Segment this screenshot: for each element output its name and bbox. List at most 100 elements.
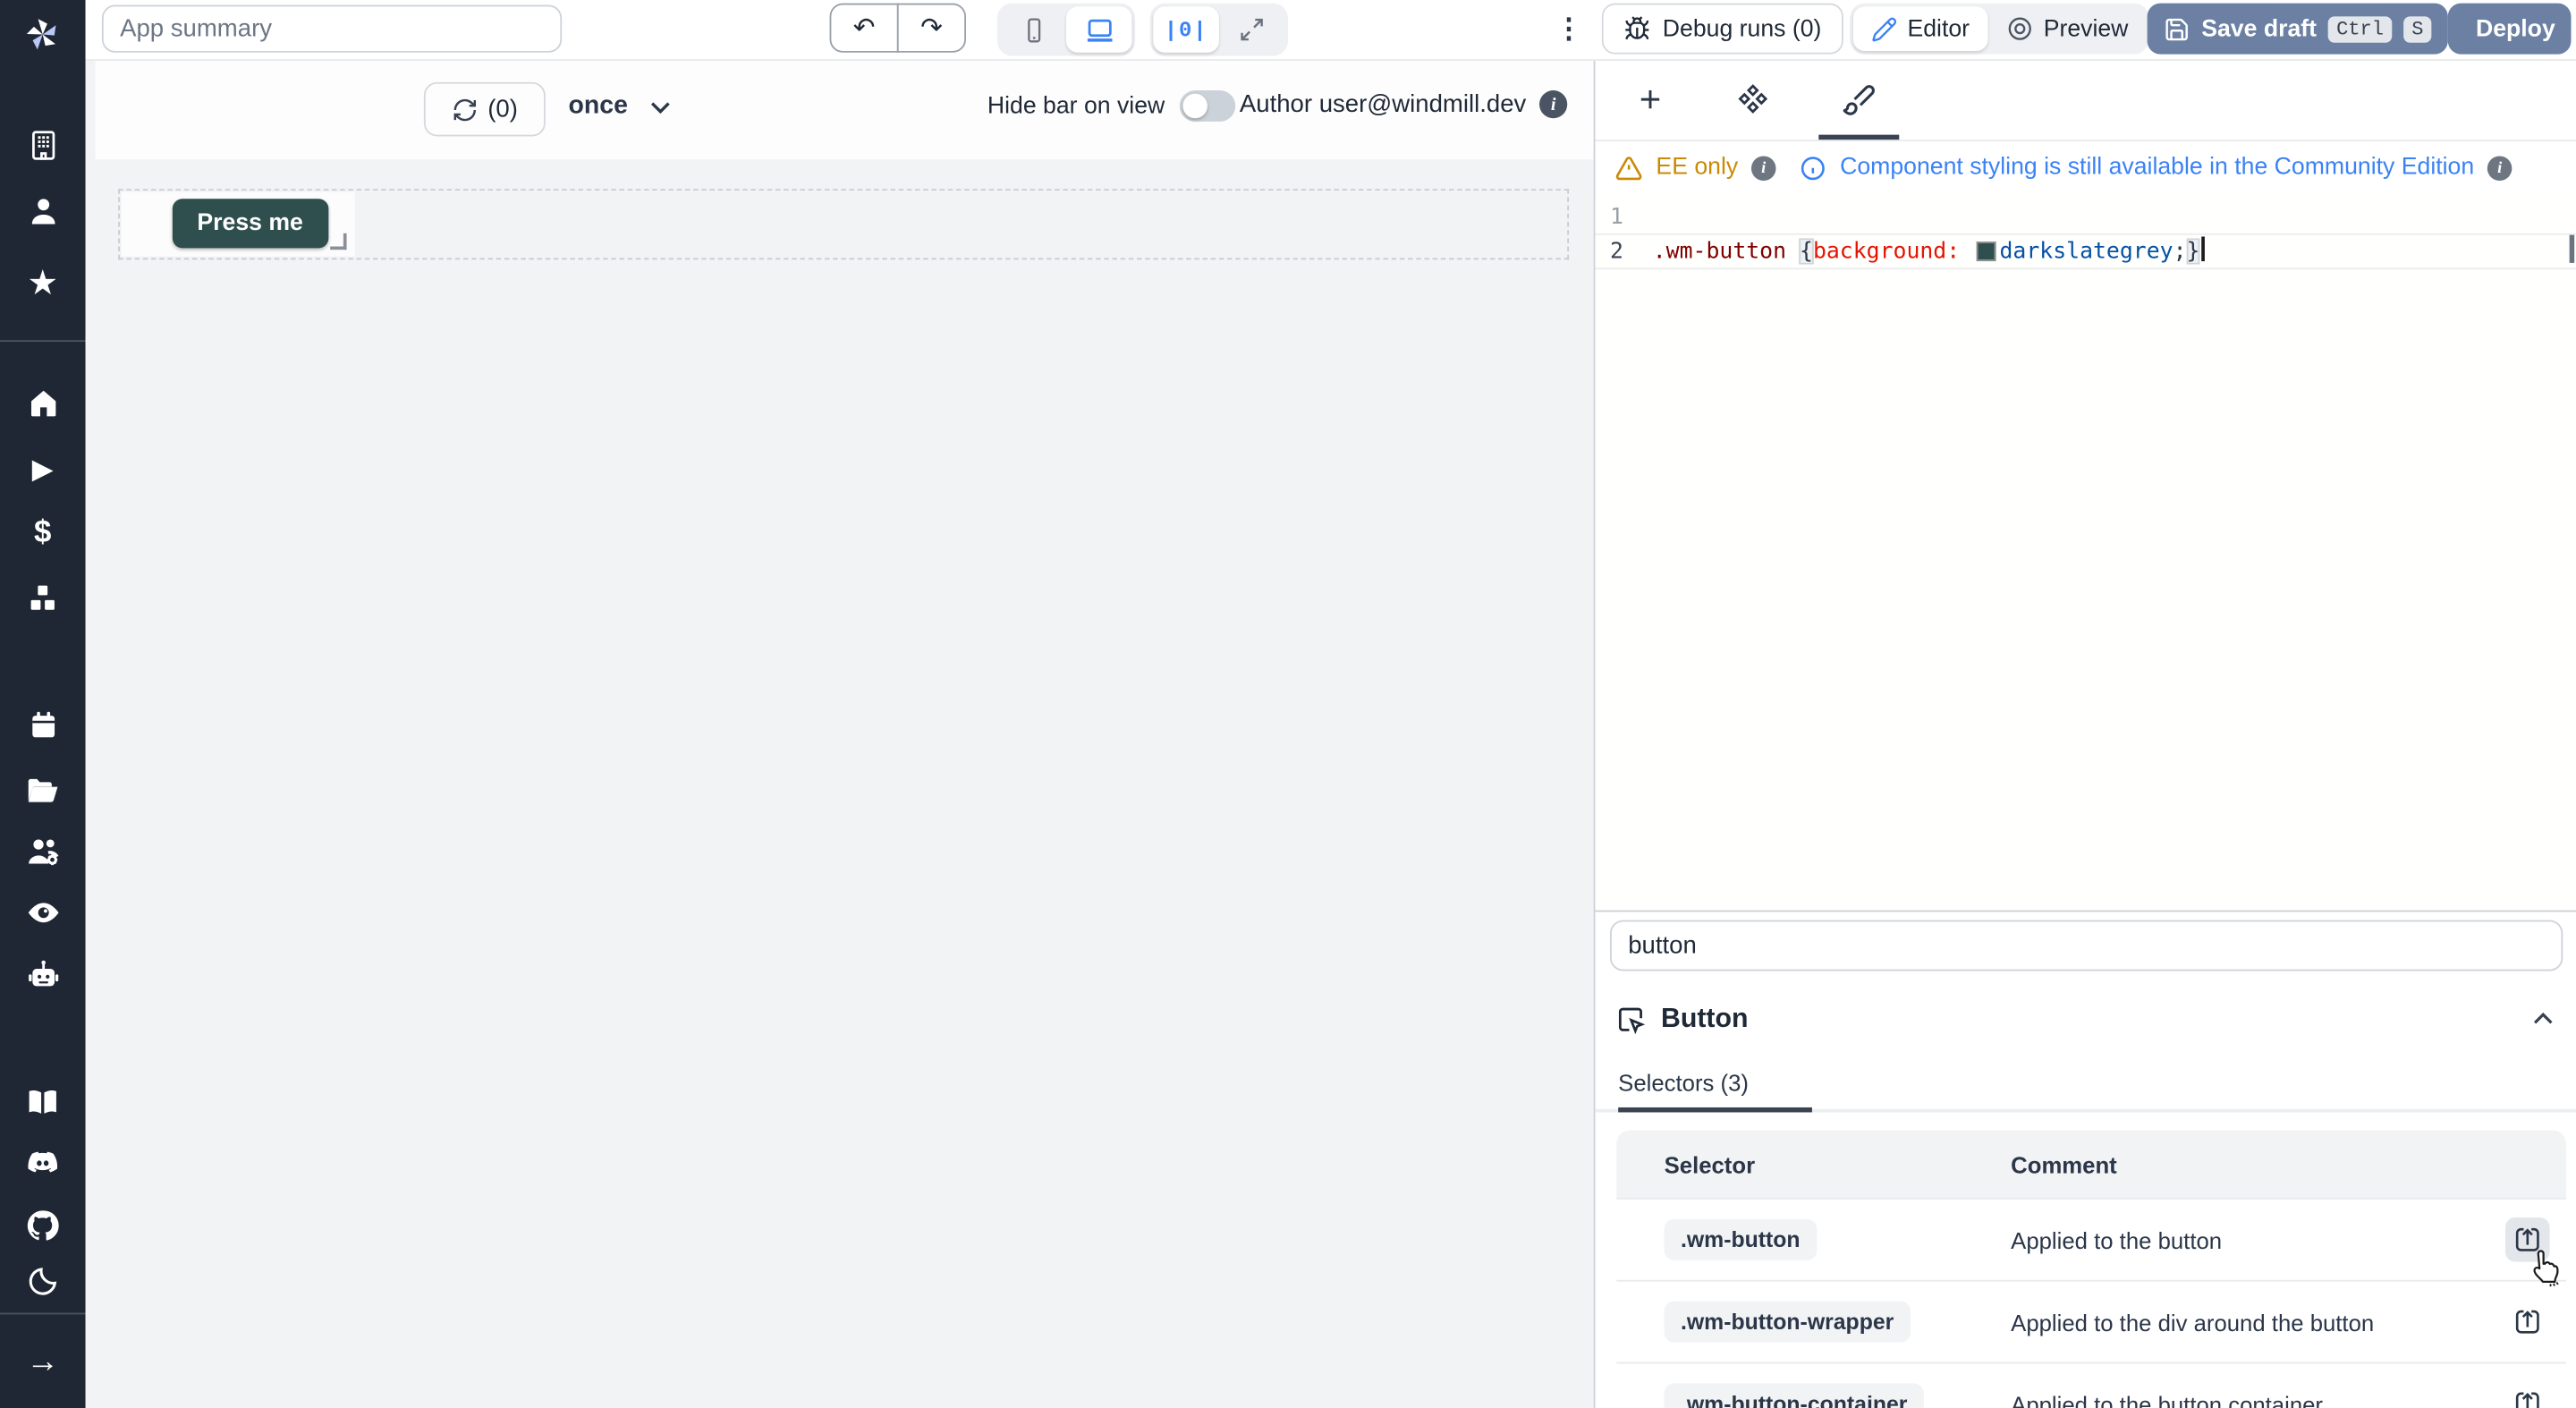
component-section-header[interactable]: Button — [1615, 997, 2560, 1040]
selector-badge: .wm-button-container — [1665, 1384, 1924, 1408]
deploy-button[interactable]: Deploy — [2448, 4, 2572, 55]
semicolon-token: ; — [2174, 238, 2187, 264]
refresh-button[interactable]: (0) — [424, 82, 546, 137]
mobile-view-button[interactable] — [1001, 6, 1066, 52]
copy-selector-to-editor-button[interactable] — [2505, 1217, 2550, 1262]
hide-bar-setting: Hide bar on view — [987, 90, 1235, 122]
github-icon — [25, 1208, 61, 1243]
tab-preview[interactable]: Preview — [1987, 6, 2146, 51]
table-row: .wm-button Applied to the button — [1616, 1198, 2566, 1280]
sidebar-item-github[interactable] — [0, 1206, 86, 1245]
collapse-section-button[interactable] — [2527, 1002, 2560, 1035]
sidebar-item-audit-logs[interactable] — [0, 892, 86, 931]
refresh-count: (0) — [487, 96, 518, 123]
boxes-icon — [25, 580, 61, 615]
line-number: 1 — [1595, 200, 1636, 233]
css-code-editor[interactable]: 1 2 .wm-button {background: darkslategre… — [1595, 194, 2576, 911]
tab-styling[interactable] — [1822, 59, 1894, 138]
star-icon: ★ — [27, 266, 58, 301]
sidebar-item-discord[interactable] — [0, 1143, 86, 1183]
full-width-button[interactable] — [1219, 6, 1284, 52]
discord-icon — [25, 1145, 61, 1181]
tab-selectors[interactable]: Selectors (3) — [1618, 1070, 1749, 1096]
expand-sidebar-button[interactable]: → — [0, 1343, 86, 1382]
tab-editor[interactable]: Editor — [1853, 6, 1987, 51]
info-icon[interactable]: i — [1539, 90, 1567, 118]
community-edition-notice: Component styling is still available in … — [1840, 155, 2474, 181]
mode-toggle-group: Editor Preview — [1850, 4, 2149, 55]
sidebar-item-workspace[interactable] — [0, 125, 86, 165]
play-icon: ▶ — [32, 454, 54, 482]
sidebar-item-home[interactable] — [0, 383, 86, 422]
brace-open-token: { — [1800, 238, 1813, 264]
layout-toggle-group: |0| — [1150, 4, 1288, 56]
sidebar-item-folders[interactable] — [0, 770, 86, 810]
sidebar-item-variables[interactable]: $ — [0, 513, 86, 552]
chevron-down-icon — [644, 90, 677, 123]
dark-mode-toggle[interactable] — [0, 1262, 86, 1302]
more-options-button[interactable]: ⋮ — [1547, 8, 1590, 51]
info-icon[interactable]: i — [1751, 156, 1776, 181]
sidebar-item-runs[interactable]: ▶ — [0, 448, 86, 488]
css-selector-token: .wm-button — [1653, 238, 1786, 264]
save-draft-label: Save draft — [2201, 15, 2317, 41]
desktop-view-button[interactable] — [1066, 6, 1131, 52]
app-summary-input[interactable] — [102, 5, 562, 53]
sidebar-item-resources[interactable] — [0, 579, 86, 618]
copy-selector-to-editor-button[interactable] — [2505, 1382, 2550, 1408]
home-icon — [25, 386, 60, 420]
centered-width-icon: |0| — [1165, 17, 1208, 42]
arrow-right-icon: → — [26, 1345, 59, 1378]
button-component-cell[interactable]: Press me — [122, 192, 355, 257]
debug-runs-button[interactable]: Debug runs (0) — [1602, 4, 1843, 55]
tab-insert-component[interactable] — [1614, 59, 1686, 138]
sidebar-item-user[interactable] — [0, 191, 86, 230]
windmill-logo-icon[interactable] — [0, 6, 86, 59]
selector-badge: .wm-button-wrapper — [1665, 1302, 1911, 1343]
tab-components[interactable] — [1716, 59, 1789, 138]
brush-icon — [1841, 81, 1876, 116]
app-editor-window: ★ ▶ $ — [0, 0, 2576, 1408]
users-gear-icon — [24, 832, 62, 869]
folder-open-icon — [25, 772, 61, 808]
right-panel: EE only i Component styling is still ava… — [1594, 59, 2576, 1408]
sidebar-item-docs[interactable] — [0, 1082, 86, 1122]
deploy-label: Deploy — [2476, 15, 2555, 41]
refresh-icon — [452, 96, 478, 122]
calendar-icon — [25, 708, 60, 742]
info-icon[interactable]: i — [2487, 156, 2512, 181]
redo-button[interactable]: ↷ — [897, 4, 966, 53]
device-toggle-group — [997, 4, 1135, 56]
selectors-tabbar: Selectors (3) — [1595, 1068, 2576, 1113]
sidebar-item-schedules[interactable] — [0, 705, 86, 744]
sidebar-item-groups[interactable] — [0, 831, 86, 870]
schedule-dropdown[interactable]: once — [569, 90, 678, 123]
sidebar-item-ai[interactable] — [0, 954, 86, 994]
sidebar-divider — [0, 340, 86, 342]
undo-button[interactable]: ↶ — [830, 4, 899, 53]
resize-handle[interactable] — [330, 233, 346, 250]
arrow-up-square-icon — [2512, 1224, 2543, 1255]
centered-view-button[interactable]: |0| — [1153, 6, 1218, 52]
component-diamonds-icon — [1736, 82, 1769, 115]
selector-comment: Applied to the button container — [2011, 1391, 2323, 1408]
toggle-knob — [1182, 94, 1208, 119]
sidebar-item-favorites[interactable]: ★ — [0, 263, 86, 302]
smartphone-icon — [1020, 15, 1047, 43]
dollar-icon: $ — [34, 517, 51, 548]
press-me-button[interactable]: Press me — [173, 199, 328, 248]
table-header-row: Selector Comment — [1616, 1131, 2566, 1198]
copy-selector-to-editor-button[interactable] — [2505, 1300, 2550, 1344]
preview-tab-label: Preview — [2044, 15, 2129, 41]
active-tab-indicator — [1618, 1107, 1812, 1113]
table-row: .wm-button-container Applied to the butt… — [1616, 1362, 2566, 1408]
save-draft-button[interactable]: Save draft Ctrl S — [2148, 4, 2448, 55]
panel-splitter[interactable] — [1595, 911, 2576, 912]
component-search-input[interactable] — [1610, 920, 2563, 971]
inspect-icon — [1615, 1003, 1647, 1034]
sidebar-divider — [0, 1313, 86, 1315]
kbd-ctrl: Ctrl — [2328, 15, 2392, 41]
component-grid-row: Press me — [118, 189, 1569, 259]
color-swatch[interactable] — [1979, 243, 1995, 259]
hide-bar-toggle[interactable] — [1180, 90, 1235, 122]
